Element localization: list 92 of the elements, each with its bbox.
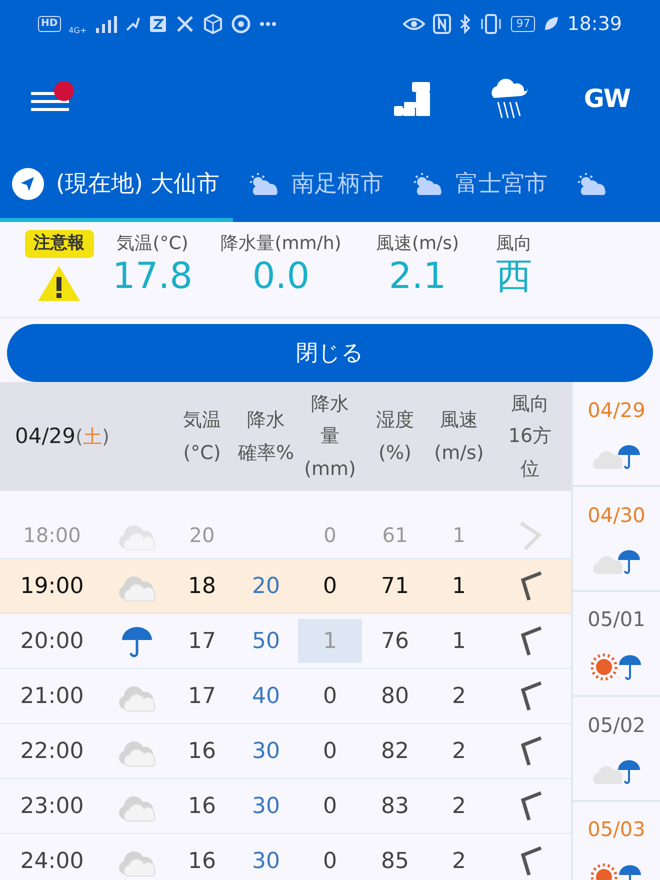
column-header: 風速 (m/s) — [433, 408, 485, 466]
box-icon — [202, 14, 223, 34]
time-cell-text: 21:00 — [19, 682, 85, 710]
wind-speed-cell-text: 2 — [451, 682, 467, 710]
column-header: 降水 確率% — [236, 408, 296, 466]
humidity-cell-text: 71 — [380, 572, 410, 600]
column-header: 風向 16方 位 — [507, 392, 553, 482]
humidity-cell-text: 76 — [380, 628, 410, 656]
column-header: 湿度 (%) — [375, 408, 415, 466]
leaf-icon — [543, 16, 560, 32]
date-heading: 04/29(土) — [14, 422, 110, 450]
rain-amount-cell-text: 0 — [322, 738, 338, 766]
nfc-icon — [433, 14, 452, 34]
column-header: 気温 (°C) — [182, 408, 222, 466]
warning-badge: 注意報 — [24, 230, 94, 258]
network-type: 4G+ — [68, 26, 87, 34]
location-tab[interactable]: 富士宮市 — [397, 150, 562, 222]
day-item[interactable]: 05/01 — [573, 592, 660, 697]
clock: 18:39 — [567, 12, 622, 37]
wind-direction-icon — [517, 519, 543, 551]
reading-label: 降水量(mm/h) — [220, 232, 342, 256]
sun-cloud-icon — [247, 172, 280, 196]
probability-cell-text: 30 — [251, 792, 281, 820]
rain-amount-cell-text: 0 — [322, 682, 338, 710]
rain-amount-cell-text: 0 — [322, 792, 338, 820]
humidity-cell-text: 82 — [380, 738, 410, 766]
column-header: 降水 量 (mm) — [303, 392, 357, 482]
wind-speed-cell-text: 2 — [451, 848, 467, 876]
time-cell-text: 22:00 — [19, 738, 85, 766]
rain-amount-cell-text: 0 — [322, 522, 338, 549]
time-cell-text: 20:00 — [19, 628, 85, 656]
temperature-cell-text: 16 — [187, 792, 217, 820]
temperature-cell-text: 16 — [187, 848, 217, 876]
more-icon — [258, 21, 277, 27]
wind-speed-cell-text: 1 — [451, 572, 467, 600]
wind-speed-cell-text: 1 — [451, 628, 467, 656]
battery-level: 97 — [511, 16, 536, 32]
temperature-cell-text: 17 — [187, 682, 217, 710]
notification-icon — [148, 15, 167, 33]
blocks-icon[interactable] — [394, 82, 432, 116]
humidity-cell-text: 61 — [381, 522, 409, 549]
probability-cell-text: 20 — [251, 572, 281, 600]
temperature-cell-text: 17 — [187, 628, 217, 656]
humidity-cell-text: 80 — [380, 682, 410, 710]
warning-icon — [37, 264, 81, 302]
rain-amount-cell-text: 0 — [322, 572, 338, 600]
day-date: 04/30 — [588, 502, 646, 528]
wind-speed-cell-text: 1 — [452, 522, 466, 549]
reading-label: 風速(m/s) — [376, 232, 460, 256]
time-cell-text: 23:00 — [19, 792, 85, 820]
day-date: 05/02 — [588, 712, 646, 738]
temperature-cell-text: 16 — [187, 738, 217, 766]
eye-icon — [403, 16, 426, 32]
reading-value: 0.0 — [252, 257, 310, 297]
reading-value: 西 — [496, 257, 532, 297]
notification-icon — [124, 16, 141, 32]
reading-value: 2.1 — [388, 257, 446, 297]
location-tab[interactable]: (現在地) 大仙市 — [0, 150, 234, 222]
sun-cloud-icon — [411, 172, 444, 196]
sun-cloud-icon — [575, 172, 608, 196]
reading-label: 風向 — [496, 232, 532, 256]
hd-indicator: HD — [38, 16, 61, 32]
time-cell-text: 18:00 — [22, 522, 82, 549]
gw-button[interactable]: GW — [584, 80, 630, 118]
wind-speed-cell-text: 2 — [451, 792, 467, 820]
probability-cell-text: 50 — [251, 628, 281, 656]
rain-amount-cell: 1 — [298, 619, 362, 663]
day-date: 05/03 — [588, 816, 646, 842]
bluetooth-icon — [459, 14, 472, 34]
location-tab[interactable]: 南足柄市 — [233, 150, 398, 222]
day-date: 05/01 — [588, 606, 646, 632]
rain-amount-cell-text: 0 — [322, 848, 338, 876]
probability-cell-text: 30 — [251, 848, 281, 876]
time-cell-text: 19:00 — [19, 572, 85, 600]
vibrate-icon — [479, 14, 504, 34]
reading-label: 気温(°C) — [116, 232, 188, 256]
day-date: 04/29 — [588, 396, 646, 424]
day-item[interactable]: 05/02 — [573, 697, 660, 802]
probability-cell-text: 30 — [251, 738, 281, 766]
wind-speed-cell-text: 2 — [451, 738, 467, 766]
humidity-cell-text: 83 — [380, 792, 410, 820]
probability-cell-text: 40 — [251, 682, 281, 710]
location-icon — [12, 168, 44, 200]
temperature-cell-text: 18 — [187, 572, 217, 600]
close-button[interactable]: 閉じる — [7, 324, 653, 382]
browser-icon — [230, 14, 251, 34]
humidity-cell-text: 85 — [380, 848, 410, 876]
time-cell-text: 24:00 — [19, 848, 85, 876]
notification-icon — [174, 14, 195, 34]
temperature-cell-text: 20 — [188, 522, 216, 549]
reading-value: 17.8 — [112, 257, 193, 297]
signal-icon — [94, 15, 117, 33]
